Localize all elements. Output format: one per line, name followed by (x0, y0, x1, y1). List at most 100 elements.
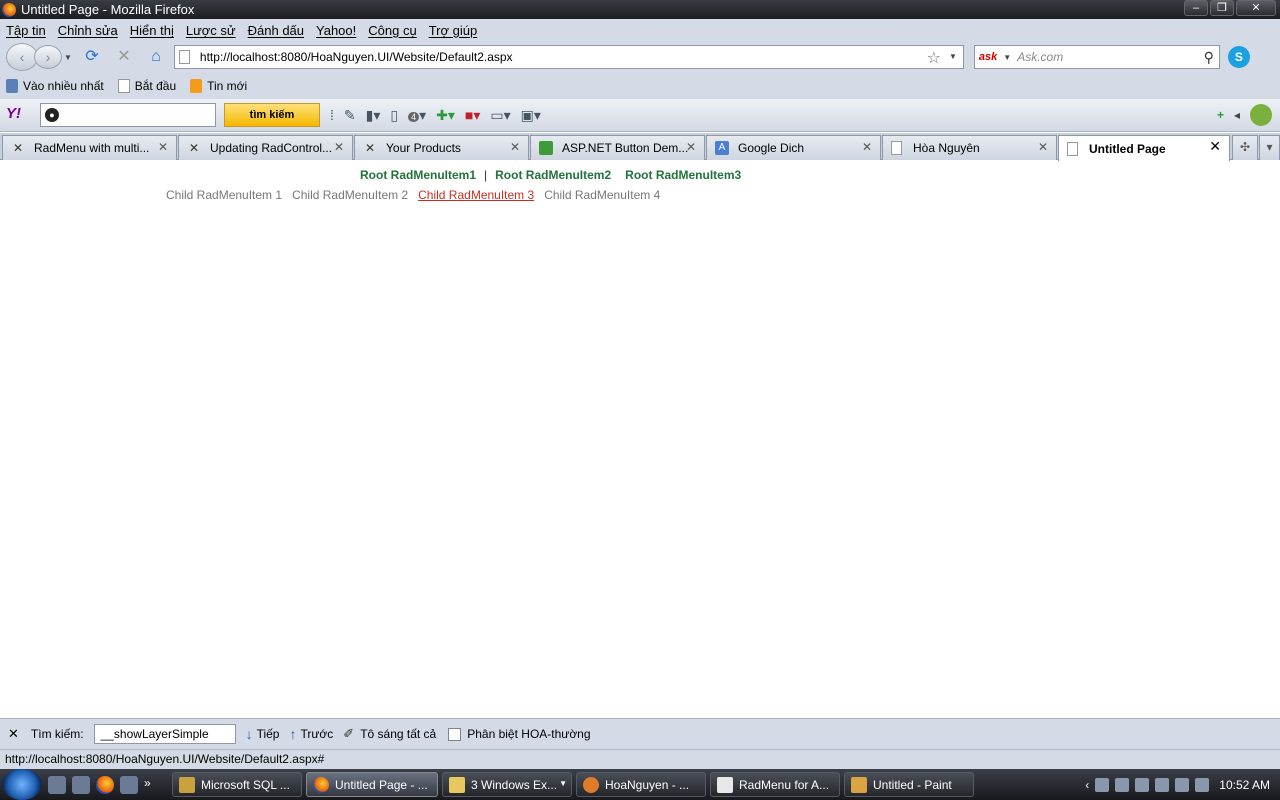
history-dropdown-icon[interactable]: ▼ (64, 53, 72, 62)
group-dropdown-icon[interactable]: ▼ (559, 779, 567, 788)
yahoo-search-input[interactable]: ● (40, 103, 216, 127)
search-input[interactable]: ask ▼ Ask.com ⚲ (973, 45, 1220, 69)
chevron-left-icon[interactable]: ◂ (1234, 108, 1240, 122)
home-icon[interactable]: ⌂ (144, 45, 168, 69)
menu-file[interactable]: Tập tin (6, 23, 46, 38)
menu-help[interactable]: Trợ giúp (429, 23, 478, 38)
quicklaunch-explorer-icon[interactable] (48, 775, 66, 794)
menu-history[interactable]: Lược sử (186, 23, 236, 38)
dice-icon[interactable]: ■▾ (465, 107, 480, 124)
close-window-button[interactable]: ✕ (1236, 0, 1276, 16)
page-icon (178, 50, 190, 64)
find-next-button[interactable]: ↓ Tiếp (246, 726, 280, 742)
menu-edit[interactable]: Chỉnh sửa (58, 23, 118, 38)
bookmark-most-visited[interactable]: Vào nhiều nhất (6, 79, 104, 93)
menu-yahoo[interactable]: Yahoo! (316, 23, 356, 38)
taskbar-item-hoanguyen[interactable]: HoaNguyen - ... (576, 772, 706, 797)
tab-label: ASP.NET Button Dem... (562, 141, 689, 155)
bookmark-latest-headlines[interactable]: Tin mới (190, 79, 247, 93)
stop-icon[interactable]: ✕ (112, 45, 136, 69)
bookmark-icon[interactable]: ▮▾ (366, 107, 381, 124)
taskbar-item-sql[interactable]: Microsoft SQL ... (172, 772, 302, 797)
find-input[interactable]: __showLayerSimple (93, 724, 236, 744)
close-tab-icon[interactable]: ✕ (686, 140, 696, 154)
root-menu-item-2[interactable]: Root RadMenuItem2 (495, 168, 611, 182)
tray-network-icon[interactable] (1095, 777, 1110, 792)
close-tab-icon[interactable]: ✕ (334, 140, 344, 154)
highlight-all-button[interactable]: ✐ Tô sáng tất cả (343, 726, 436, 742)
tab-your-products[interactable]: ✕ Your Products ✕ (354, 135, 529, 160)
minimize-button[interactable]: – (1184, 0, 1208, 16)
match-case-checkbox[interactable] (448, 727, 462, 741)
close-tab-icon[interactable]: ✕ (1038, 140, 1048, 154)
find-previous-button[interactable]: ↑ Trước (289, 726, 333, 742)
add-icon[interactable]: + (1217, 108, 1224, 122)
tab-aspnet-button-demo[interactable]: ASP.NET Button Dem... ✕ (530, 135, 705, 160)
taskbar-item-paint[interactable]: Untitled - Paint (844, 772, 974, 797)
close-tab-icon[interactable]: ✕ (510, 140, 520, 154)
forward-button[interactable]: › (34, 45, 62, 69)
tab-google-dich[interactable]: A Google Dich ✕ (706, 135, 881, 160)
gear-icon[interactable] (1250, 104, 1272, 126)
plus-icon[interactable]: ✚▾ (436, 107, 455, 124)
url-bar[interactable]: http://localhost:8080/HoaNguyen.UI/Websi… (173, 45, 964, 69)
firefox-icon (313, 776, 329, 793)
reload-icon[interactable]: ⟳ (80, 45, 104, 69)
child-menu-item-2[interactable]: Child RadMenuItem 2 (292, 188, 408, 202)
start-button[interactable] (2, 769, 42, 800)
taskbar-item-label: Untitled - Paint (873, 777, 952, 792)
new-tab-icon[interactable]: ✣ (1232, 135, 1258, 160)
tray-volume-icon[interactable] (1195, 777, 1210, 792)
tab-hoa-nguyen[interactable]: Hòa Nguyên ✕ (882, 135, 1057, 160)
tab-untitled-page[interactable]: Untitled Page ✕ (1058, 135, 1230, 161)
yahoo-logo[interactable]: Y! (6, 105, 36, 125)
close-tab-icon[interactable]: ✕ (862, 140, 872, 154)
skype-icon[interactable]: S (1227, 46, 1250, 68)
folder-icon (449, 776, 465, 793)
taskbar-item-radmenu[interactable]: RadMenu for A... (710, 772, 840, 797)
find-next-label: Tiếp (256, 727, 280, 741)
tray-app-icon[interactable] (1115, 777, 1130, 792)
maximize-button[interactable]: ❐ (1210, 0, 1234, 16)
phone-icon[interactable]: ▯ (390, 107, 398, 124)
search-placeholder: Ask.com (1017, 50, 1064, 64)
quicklaunch-firefox-icon[interactable] (96, 775, 114, 794)
close-tab-icon[interactable]: ✕ (158, 140, 168, 154)
tray-expand-icon[interactable]: ‹ (1085, 778, 1089, 792)
tab-updating-radcontrol[interactable]: ✕ Updating RadControl... ✕ (178, 135, 353, 160)
window-icon[interactable]: ▣▾ (521, 107, 541, 124)
tab-list-dropdown-icon[interactable]: ▾ (1259, 135, 1280, 160)
ask-engine-icon[interactable]: ask (979, 51, 997, 63)
menu-view[interactable]: Hiển thị (130, 23, 174, 38)
tray-device-icon[interactable] (1155, 777, 1170, 792)
pencil-icon[interactable]: ✎ (344, 107, 356, 124)
root-menu-item-1[interactable]: Root RadMenuItem1 (360, 168, 476, 182)
quicklaunch-more-icon[interactable]: » (144, 776, 158, 794)
clock[interactable]: 10:52 AM (1219, 778, 1270, 792)
tray-language-icon[interactable] (1135, 777, 1150, 792)
bookmark-star-icon[interactable]: ☆ (927, 48, 941, 68)
pages-icon[interactable]: ▭▾ (490, 107, 510, 124)
child-menu-item-3[interactable]: Child RadMenuItem 3 (418, 188, 534, 202)
close-findbar-icon[interactable]: ✕ (8, 726, 19, 742)
child-menu-item-1[interactable]: Child RadMenuItem 1 (166, 188, 282, 202)
yahoo-search-button[interactable]: tìm kiếm (224, 103, 320, 127)
bookmark-getting-started[interactable]: Bắt đầu (117, 79, 176, 93)
taskbar-item-firefox[interactable]: Untitled Page - ... (306, 772, 438, 797)
url-dropdown-icon[interactable]: ▼ (949, 52, 957, 61)
child-menu-item-4[interactable]: Child RadMenuItem 4 (544, 188, 660, 202)
engine-dropdown-icon[interactable]: ▼ (1003, 53, 1011, 62)
quicklaunch-app-icon[interactable] (72, 775, 90, 794)
search-icon[interactable]: ⚲ (1204, 49, 1214, 66)
close-tab-icon[interactable]: ✕ (1209, 138, 1221, 155)
menu-bookmarks[interactable]: Đánh dấu (248, 23, 304, 38)
tray-monitor-icon[interactable] (1175, 777, 1190, 792)
mail-badge-icon[interactable]: 4 ▾ (408, 107, 426, 124)
taskbar-item-explorer[interactable]: 3 Windows Ex... ▼ (442, 772, 572, 797)
search-icon: ● (45, 108, 59, 122)
tab-radmenu-multi[interactable]: ✕ RadMenu with multi... ✕ (2, 135, 177, 160)
root-menu-item-3[interactable]: Root RadMenuItem3 (625, 168, 741, 182)
quicklaunch-desktop-icon[interactable] (120, 775, 138, 794)
sql-server-icon (179, 776, 195, 793)
menu-tools[interactable]: Công cụ (368, 23, 416, 38)
